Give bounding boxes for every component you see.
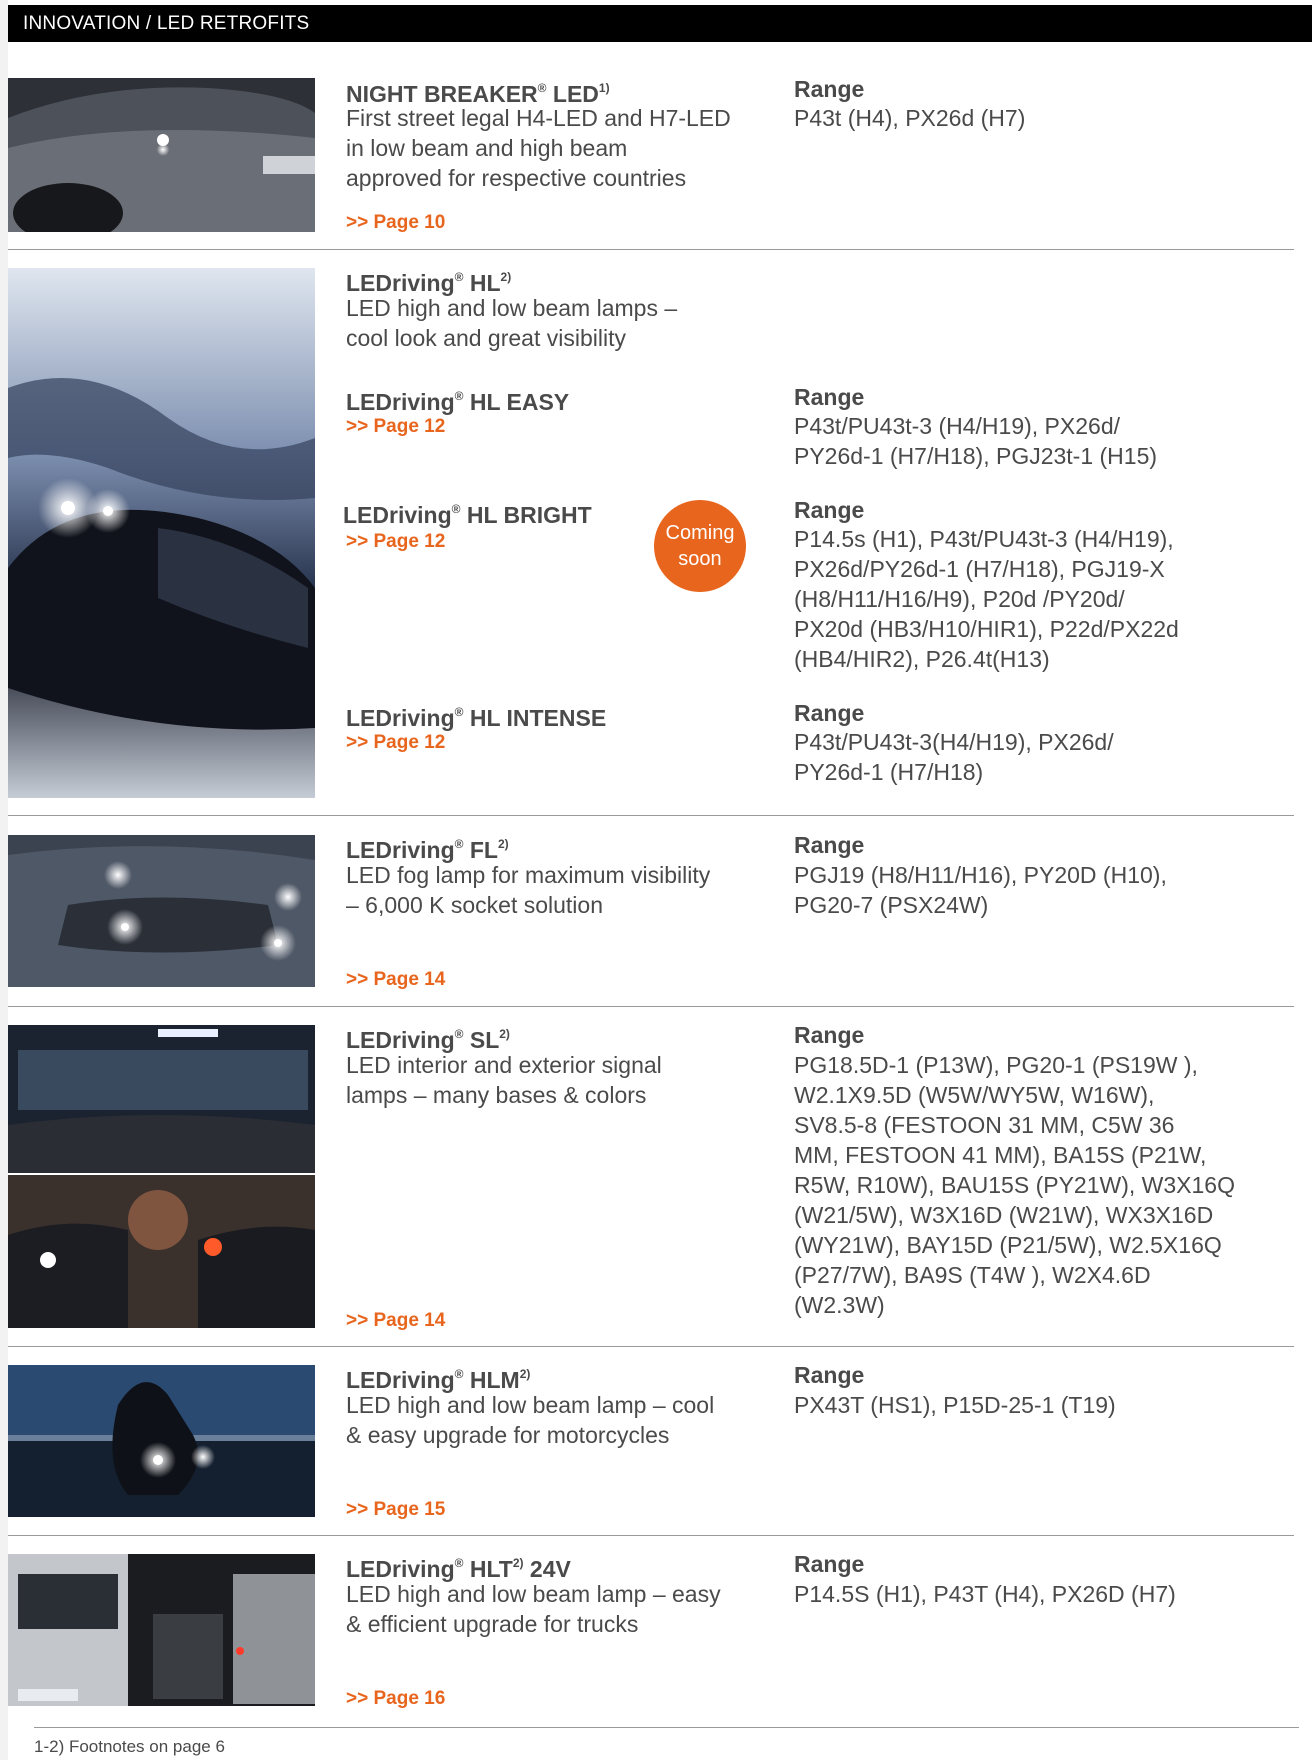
variant-title: LEDriving® HL BRIGHT (343, 502, 592, 528)
variant-title: LEDriving® HL EASY (346, 389, 570, 415)
truck-image (8, 1554, 315, 1706)
fog-lamp-car-image (8, 835, 315, 987)
product-description: LED interior and exterior signal lamps –… (346, 1052, 662, 1108)
range-label: Range (794, 76, 865, 102)
page-link[interactable]: >> Page 14 (346, 969, 445, 991)
page-link[interactable]: >> Page 10 (346, 212, 445, 234)
range-text: PG18.5D-1 (P13W), PG20-1 (PS19W ), W2.1X… (794, 1052, 1235, 1318)
range-text: P43t/PU43t-3(H4/H19), PX26d/ PY26d-1 (H7… (794, 729, 1114, 785)
range-label: Range (794, 384, 865, 410)
divider (34, 1727, 1299, 1728)
range-label: Range (794, 497, 865, 523)
divider (8, 249, 1294, 250)
range-text: P14.5S (H1), P43T (H4), PX26D (H7) (794, 1581, 1176, 1607)
page-link[interactable]: >> Page 12 (346, 732, 445, 754)
page-link[interactable]: >> Page 14 (346, 1310, 445, 1332)
range-text: P43t (H4), PX26d (H7) (794, 105, 1026, 131)
range-label: Range (794, 1551, 865, 1577)
product-description: First street legal H4-LED and H7-LED in … (346, 105, 731, 191)
product-description: LED high and low beam lamps – cool look … (346, 295, 678, 351)
product-description: LED high and low beam lamp – easy & effi… (346, 1581, 721, 1637)
variant-title: LEDriving® HL INTENSE (346, 705, 607, 731)
divider (8, 1006, 1294, 1007)
motorcycle-image (8, 1365, 315, 1517)
section-header-bar: INNOVATION / LED RETROFITS (8, 5, 1312, 42)
car-headlight-image (8, 78, 315, 232)
car-night-sky-image (8, 268, 315, 798)
coming-soon-badge: Coming soon (654, 500, 746, 592)
page-link[interactable]: >> Page 16 (346, 1688, 445, 1710)
divider (8, 1346, 1294, 1347)
range-text: PX43T (HS1), P15D-25-1 (T19) (794, 1392, 1116, 1418)
range-label: Range (794, 1022, 865, 1048)
range-label: Range (794, 1362, 865, 1388)
page-link[interactable]: >> Page 12 (346, 531, 445, 553)
divider (8, 815, 1294, 816)
footnote: 1-2) Footnotes on page 6 (34, 1737, 225, 1756)
interior-traffic-image (8, 1025, 315, 1328)
range-label: Range (794, 700, 865, 726)
page-link[interactable]: >> Page 12 (346, 416, 445, 438)
product-description: LED high and low beam lamp – cool & easy… (346, 1392, 715, 1448)
range-text: P14.5s (H1), P43t/PU43t-3 (H4/H19), PX26… (794, 526, 1179, 672)
range-label: Range (794, 832, 865, 858)
product-description: LED fog lamp for maximum visibility – 6,… (346, 862, 711, 918)
range-text: PGJ19 (H8/H11/H16), PY20D (H10), PG20-7 … (794, 862, 1167, 918)
section-title: INNOVATION / LED RETROFITS (23, 13, 310, 34)
page-margin (0, 0, 8, 1760)
range-text: P43t/PU43t-3 (H4/H19), PX26d/ PY26d-1 (H… (794, 413, 1158, 469)
divider (8, 1535, 1294, 1536)
page-link[interactable]: >> Page 15 (346, 1499, 445, 1521)
